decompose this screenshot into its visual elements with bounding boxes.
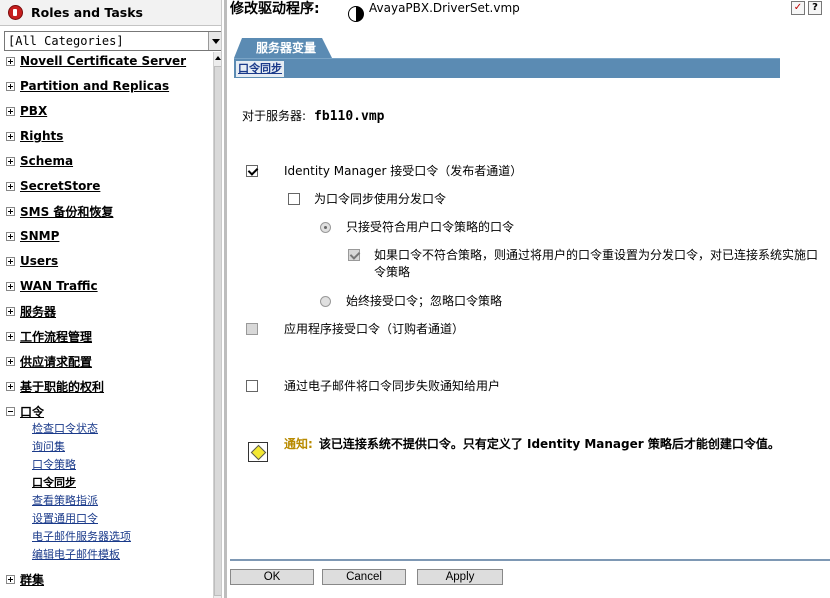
subtab-password-sync[interactable]: 口令同步 (236, 61, 284, 77)
collapse-icon[interactable] (6, 406, 15, 416)
main-panel: 修改驱动程序: AvayaPBX.DriverSet.vmp ✓ ? 服务器变量… (224, 0, 830, 598)
tree-category-wan-traffic[interactable]: WAN Traffic (6, 278, 98, 294)
always-accept-radio[interactable] (320, 296, 331, 307)
expand-icon[interactable] (6, 574, 15, 584)
expand-icon[interactable] (6, 81, 15, 91)
tree-category-partition-replicas[interactable]: Partition and Replicas (6, 78, 169, 94)
cancel-button[interactable]: Cancel (322, 569, 406, 585)
apply-button[interactable]: Apply (417, 569, 503, 585)
tree-category-passwords[interactable]: 口令 (6, 403, 44, 419)
help-icon[interactable]: ? (808, 1, 822, 15)
roles-tasks-title: Roles and Tasks (31, 5, 143, 20)
option-accept-identity-manager[interactable]: Identity Manager 接受口令（发布者通道） (246, 163, 522, 180)
expand-icon[interactable] (6, 206, 15, 216)
notice-label: 通知: (284, 437, 313, 451)
accept-policy-only-label: 只接受符合用户口令策略的口令 (346, 220, 515, 234)
tree-category-pbx[interactable]: PBX (6, 103, 47, 119)
option-email-notify[interactable]: 通过电子邮件将口令同步失败通知给用户 (246, 378, 500, 395)
use-distribution-checkbox[interactable] (288, 193, 300, 205)
tab-server-variables[interactable]: 服务器变量 (234, 38, 332, 58)
expand-icon[interactable] (6, 131, 15, 141)
tree-category-rights[interactable]: Rights (6, 128, 63, 144)
email-notify-label: 通过电子邮件将口令同步失败通知给用户 (284, 379, 501, 393)
chevron-down-icon[interactable] (208, 32, 221, 50)
email-notify-checkbox[interactable] (246, 380, 258, 392)
tree-category-servers[interactable]: 服务器 (6, 303, 56, 319)
option-reset-on-noncompliance[interactable]: 如果口令不符合策略，则通过将用户的口令重设置为分发口令，对已连接系统实施口令策略 (348, 247, 818, 281)
expand-icon[interactable] (6, 56, 15, 66)
task-email-server-options[interactable]: 电子邮件服务器选项 (32, 530, 131, 544)
accept-policy-only-radio[interactable] (320, 222, 331, 233)
tab-bar: 口令同步 (234, 58, 780, 78)
option-app-accept[interactable]: 应用程序接受口令（订购者通道） (246, 321, 464, 338)
ok-button[interactable]: OK (230, 569, 314, 585)
expand-icon[interactable] (6, 231, 15, 241)
task-set-universal-password[interactable]: 设置通用口令 (32, 512, 98, 526)
tree-category-provisioning[interactable]: 供应请求配置 (6, 353, 92, 369)
task-challenge-sets[interactable]: 询问集 (32, 440, 65, 454)
expand-icon[interactable] (6, 156, 15, 166)
left-scrollbar[interactable] (213, 52, 221, 598)
reset-noncompliance-label: 如果口令不符合策略，则通过将用户的口令重设置为分发口令，对已连接系统实施口令策略 (374, 248, 819, 279)
accept-idm-checkbox[interactable] (246, 165, 258, 177)
category-select[interactable]: [All Categories] (4, 31, 221, 51)
server-row: 对于服务器: fb110.vmp (242, 107, 385, 124)
tree-category-role-rights[interactable]: 基于职能的权利 (6, 378, 104, 394)
notice-text: 该已连接系统不提供口令。只有定义了 Identity Manager 策略后才能… (318, 437, 780, 451)
task-check-password-status[interactable]: 检查口令状态 (32, 422, 98, 436)
option-use-distribution-password[interactable]: 为口令同步使用分发口令 (288, 191, 446, 208)
server-label: 对于服务器: (242, 109, 307, 123)
left-panel: Roles and Tasks [All Categories] Novell … (0, 0, 222, 598)
roles-tasks-header: Roles and Tasks (0, 0, 221, 26)
notice-icon (248, 442, 268, 462)
expand-icon[interactable] (6, 331, 15, 341)
task-edit-email-templates[interactable]: 编辑电子邮件模板 (32, 548, 120, 562)
driver-name: AvayaPBX.DriverSet.vmp (369, 1, 520, 15)
expand-icon[interactable] (6, 256, 15, 266)
server-name: fb110.vmp (314, 109, 385, 124)
notice-box: 通知: 该已连接系统不提供口令。只有定义了 Identity Manager 策略… (248, 436, 818, 462)
expand-icon[interactable] (6, 381, 15, 391)
tree-category-secretstore[interactable]: SecretStore (6, 178, 100, 194)
tree-category-schema[interactable]: Schema (6, 153, 73, 169)
tree-category-clusters[interactable]: 群集 (6, 571, 44, 587)
task-list-icon[interactable]: ✓ (791, 1, 805, 15)
option-accept-policy-only[interactable]: 只接受符合用户口令策略的口令 (320, 219, 514, 236)
tree-category-workflow[interactable]: 工作流程管理 (6, 328, 92, 344)
app-accept-checkbox[interactable] (246, 323, 258, 335)
scroll-thumb[interactable] (214, 66, 221, 596)
accept-idm-label: Identity Manager 接受口令（发布者通道） (284, 164, 523, 178)
page-title: 修改驱动程序: (230, 1, 320, 17)
task-view-policy-assignments[interactable]: 查看策略指派 (32, 494, 98, 508)
expand-icon[interactable] (6, 106, 15, 116)
driver-yin-yang-icon (348, 6, 364, 22)
footer-divider (230, 559, 830, 561)
expand-icon[interactable] (6, 356, 15, 366)
tree-category-novell-certificate-server[interactable]: Novell Certificate Server (6, 53, 186, 69)
always-accept-label: 始终接受口令；忽略口令策略 (346, 294, 503, 308)
reset-noncompliance-checkbox[interactable] (348, 249, 360, 261)
use-distribution-label: 为口令同步使用分发口令 (314, 192, 447, 206)
scroll-up-icon[interactable] (214, 52, 221, 64)
roles-tasks-icon (8, 5, 23, 20)
app-accept-label: 应用程序接受口令（订购者通道） (284, 322, 465, 336)
option-always-accept[interactable]: 始终接受口令；忽略口令策略 (320, 293, 502, 310)
task-password-sync[interactable]: 口令同步 (32, 476, 76, 490)
tree-category-users[interactable]: Users (6, 253, 58, 269)
tree-category-snmp[interactable]: SNMP (6, 228, 59, 244)
header-tools: ✓ ? (791, 1, 822, 15)
tree-category-sms-backup[interactable]: SMS 备份和恢复 (6, 203, 113, 219)
category-select-value: [All Categories] (8, 34, 124, 48)
task-password-policies[interactable]: 口令策略 (32, 458, 76, 472)
expand-icon[interactable] (6, 181, 15, 191)
expand-icon[interactable] (6, 281, 15, 291)
expand-icon[interactable] (6, 306, 15, 316)
